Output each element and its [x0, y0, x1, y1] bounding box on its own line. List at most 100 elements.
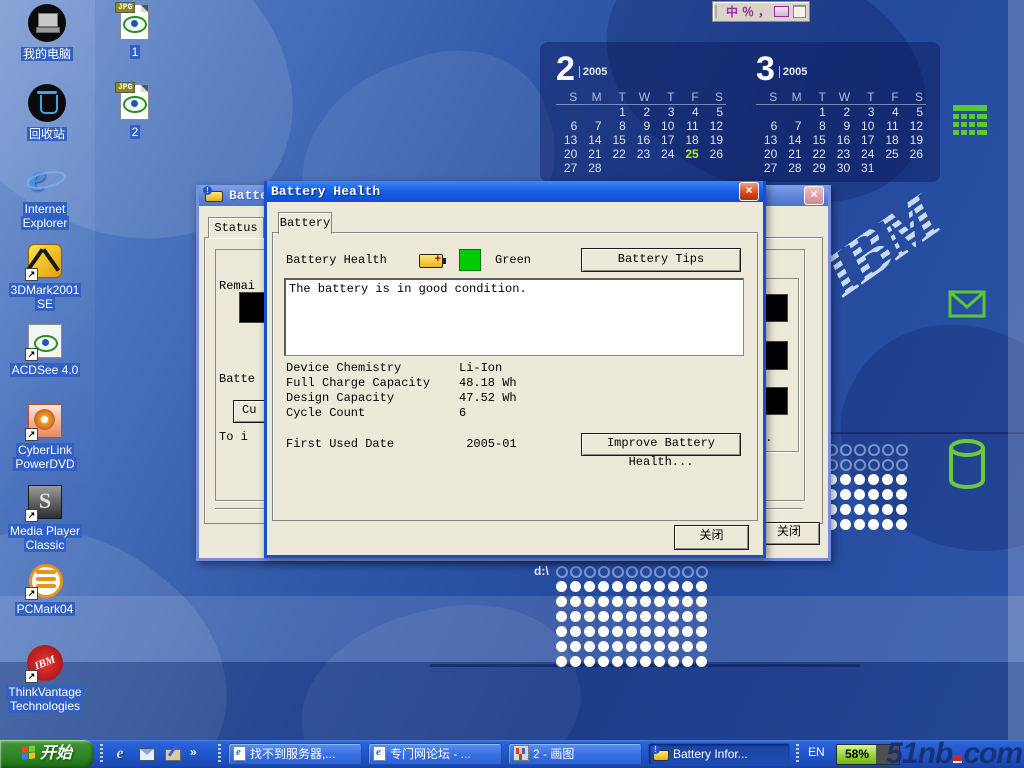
calendar-header: 32005 — [756, 52, 926, 86]
calendar-day: 18 — [877, 133, 901, 147]
desktop-icon-thinkvantage[interactable]: IBM↗ThinkVantage Technologies — [2, 643, 88, 713]
task-button-2[interactable]: 专门网论坛 - ... — [368, 743, 502, 765]
wallpaper-dot — [668, 641, 679, 652]
battery-health-title: Battery Health — [271, 184, 739, 199]
calendar-day: 23 — [829, 147, 853, 161]
calendar-day: 5 — [702, 105, 726, 120]
desktop-icon-internet-explorer[interactable]: eInternet Explorer — [2, 160, 88, 230]
ime-soft-keyboard-icon[interactable] — [774, 6, 789, 17]
calendar-day: 2 — [829, 105, 853, 120]
wallpaper-dot — [626, 596, 637, 607]
calendar-day: 21 — [580, 147, 604, 161]
watermark-text: com — [963, 737, 1022, 768]
cylinder-icon — [946, 438, 988, 490]
ime-language-bar[interactable]: 中 ％ ， — [712, 1, 810, 22]
wallpaper-dot — [612, 626, 623, 637]
ime-fullwidth-icon[interactable]: ％ — [740, 3, 756, 20]
desktop-icon-label-text: PCMark04 — [15, 602, 76, 616]
wallpaper-dot — [612, 641, 623, 652]
taskbar-grip[interactable] — [100, 744, 103, 764]
calendar-day: 19 — [902, 133, 926, 147]
ime-menu-icon[interactable] — [793, 5, 806, 18]
calendar-day: 23 — [629, 147, 653, 161]
quick-launch-ie-icon[interactable]: e — [110, 744, 130, 764]
taskbar-grip[interactable] — [218, 744, 221, 764]
desktop-icons: 我的电脑JPG1回收站JPG2eInternet Explorer ↗3DMark… — [0, 0, 200, 768]
tab-battery[interactable]: Battery — [278, 212, 332, 234]
desktop-icon-label-text: Media Player Classic — [8, 524, 82, 552]
calendar-day — [877, 161, 901, 175]
desktop-icon-mpc[interactable]: S↗Media Player Classic — [2, 482, 88, 552]
desktop-icon-label: ACDSee 4.0 — [2, 363, 88, 377]
desktop-icon-pcmark[interactable]: ↗ PCMark04 — [2, 560, 88, 616]
close-icon[interactable]: × — [739, 182, 759, 201]
desktop-icon-label: 我的电脑 — [4, 45, 90, 62]
calendar-day: 30 — [829, 161, 853, 175]
start-button[interactable]: 开始 — [0, 740, 94, 768]
wallpaper-dot — [584, 656, 595, 667]
wallpaper-dot — [626, 626, 637, 637]
close-button[interactable]: 关闭 — [674, 525, 749, 550]
battery-field-row: Full Charge Capacity48.18 Wh — [286, 376, 517, 391]
desktop-icon-jpg-file[interactable]: JPG2 — [92, 83, 178, 139]
wallpaper-dot — [626, 581, 637, 592]
calendar-day: 27 — [556, 161, 580, 175]
wallpaper-dot — [682, 596, 693, 607]
task-button-4[interactable]: Battery Infor... — [648, 743, 790, 765]
wallpaper-dot — [854, 504, 865, 515]
wallpaper-dot — [668, 566, 680, 578]
calendar-day: 15 — [805, 133, 829, 147]
bg-close-button[interactable]: 关闭 — [758, 522, 820, 545]
ime-punctuation-icon[interactable]: ， — [756, 3, 772, 20]
wallpaper-dot — [654, 566, 666, 578]
desktop-icon-recycle-bin[interactable]: 回收站 — [4, 83, 90, 142]
condition-textbox[interactable]: The battery is in good condition. — [284, 278, 744, 356]
ime-mode-icon[interactable]: 中 — [724, 3, 740, 20]
desktop-icon-powerdvd[interactable]: ↗CyberLink PowerDVD — [2, 401, 88, 471]
desktop-icon-acdsee[interactable]: ↗ACDSee 4.0 — [2, 321, 88, 377]
desktop-icon-label-text: 1 — [130, 45, 141, 59]
wallpaper-dot — [696, 596, 707, 607]
wallpaper-dot — [626, 566, 638, 578]
calendar-day — [556, 105, 580, 120]
wallpaper-dot — [882, 489, 893, 500]
calendar-day: 27 — [756, 161, 780, 175]
battery-gauge-segment — [764, 294, 788, 322]
tab-status[interactable]: Status — [208, 217, 264, 238]
calendar-day: 24 — [853, 147, 877, 161]
battery-health-titlebar[interactable]: Battery Health × — [267, 181, 763, 202]
wallpaper-dot — [556, 641, 567, 652]
calendar-grid: SMTWTFS123456789101112131415161718192021… — [556, 90, 726, 175]
desktop-icon-label-text: ACDSee 4.0 — [10, 363, 81, 377]
wallpaper-dot — [854, 519, 865, 530]
close-icon[interactable]: × — [804, 186, 824, 205]
shortcut-arrow-icon: ↗ — [25, 587, 38, 600]
battery-info-fields: Device ChemistryLi-IonFull Charge Capaci… — [286, 361, 517, 421]
wallpaper-dot — [612, 596, 623, 607]
task-button-3[interactable]: 2 - 画图 — [508, 743, 642, 765]
quick-launch-show-desktop-icon[interactable] — [162, 744, 182, 764]
wallpaper-dot — [696, 611, 707, 622]
calendar-day: 19 — [702, 133, 726, 147]
grid-icon — [952, 104, 988, 136]
battery-field-row: Design Capacity47.52 Wh — [286, 391, 517, 406]
task-button-1[interactable]: 找不到服务器,... — [228, 743, 362, 765]
desktop-icon-jpg-file[interactable]: JPG1 — [92, 3, 178, 59]
calendar-weekday: F — [877, 90, 901, 105]
wallpaper-dot — [668, 581, 679, 592]
language-indicator[interactable]: EN — [808, 745, 825, 759]
quick-launch-overflow-chevron[interactable]: » — [190, 745, 197, 759]
wallpaper-dot — [896, 489, 907, 500]
improve-battery-health-button[interactable]: Improve Battery Health... — [581, 433, 741, 456]
calendar-day: 8 — [805, 119, 829, 133]
calendar-day: 1 — [605, 105, 629, 120]
quick-launch-mail-icon[interactable] — [136, 744, 156, 764]
desktop-icon-my-computer[interactable]: 我的电脑 — [4, 3, 90, 62]
battery-tips-button[interactable]: Battery Tips — [581, 248, 741, 272]
calendar-day: 11 — [877, 119, 901, 133]
ime-grip[interactable] — [715, 5, 721, 18]
wallpaper-dot — [584, 596, 595, 607]
desktop-icon-3dmark[interactable]: ↗3DMark2001 SE — [2, 241, 88, 311]
calendar-day: 26 — [702, 147, 726, 161]
wallpaper-dot — [654, 596, 665, 607]
